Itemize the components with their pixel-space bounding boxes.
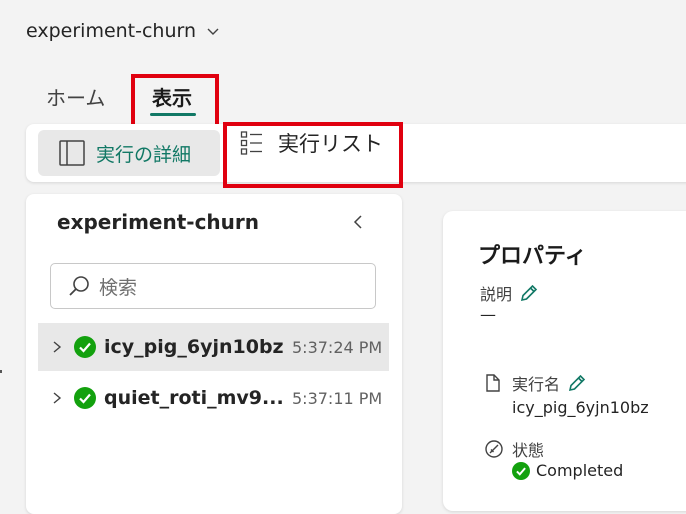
status-field: 状態 (484, 437, 544, 461)
pencil-icon[interactable] (518, 282, 540, 304)
chevron-left-icon[interactable] (350, 213, 368, 231)
run-row[interactable]: quiet_roti_mv9... 5:37:11 PM (38, 374, 389, 422)
chevron-right-icon[interactable] (50, 340, 64, 354)
status-badge: Completed (512, 461, 623, 480)
run-time: 5:37:11 PM (292, 388, 383, 408)
pencil-icon[interactable] (566, 372, 588, 394)
search-placeholder: 検索 (99, 276, 138, 299)
run-name-label: 実行名 (512, 375, 561, 394)
document-icon (486, 374, 500, 392)
run-details-label: 実行の詳細 (96, 143, 192, 166)
description-label: 説明 (480, 285, 513, 304)
experiment-name: experiment-churn (26, 20, 197, 42)
check-circle-icon (74, 387, 96, 409)
check-circle-icon (74, 336, 96, 358)
run-name: quiet_roti_mv9... (104, 387, 284, 409)
description-value: — (480, 305, 496, 324)
run-details-button[interactable]: 実行の詳細 (38, 130, 220, 176)
highlight-box-view-tab (131, 74, 219, 128)
description-field: 説明 (480, 281, 540, 305)
search-input[interactable]: 検索 (50, 263, 376, 309)
panel-title: experiment-churn (57, 210, 260, 234)
panel-icon (59, 140, 85, 166)
run-row[interactable]: icy_pig_6yjn10bz 5:37:24 PM (38, 323, 389, 371)
properties-title: プロパティ (478, 244, 587, 269)
status-icon (485, 440, 503, 458)
chevron-right-icon[interactable] (50, 391, 64, 405)
check-circle-icon (512, 461, 530, 480)
status-value: Completed (536, 461, 624, 480)
experiment-selector[interactable]: experiment-churn (26, 20, 220, 42)
search-icon (69, 276, 89, 296)
highlight-box-run-list (223, 122, 403, 188)
run-name-field: 実行名 (484, 371, 588, 395)
run-name-value: icy_pig_6yjn10bz (512, 398, 649, 417)
run-name: icy_pig_6yjn10bz (104, 336, 284, 358)
edge-mark (0, 370, 2, 373)
chevron-down-icon (207, 28, 219, 35)
status-label: 状態 (512, 441, 545, 460)
run-time: 5:37:24 PM (292, 337, 383, 357)
tab-home[interactable]: ホーム (46, 82, 105, 111)
